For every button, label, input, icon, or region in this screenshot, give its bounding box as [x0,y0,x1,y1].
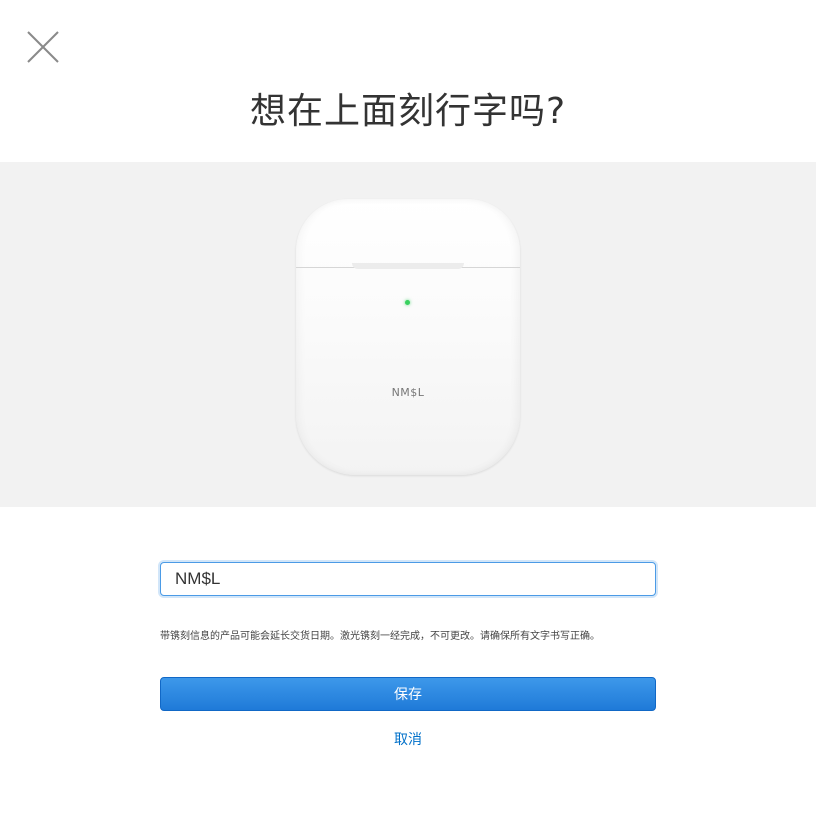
engraving-input[interactable] [160,562,656,596]
cancel-link[interactable]: 取消 [0,729,816,749]
engraving-field-wrap [160,562,656,596]
engraving-preview: NM$L [391,386,425,399]
status-led [405,300,410,305]
save-button[interactable]: 保存 [160,677,656,711]
case-lid-notch [352,263,464,269]
engraving-dialog: 想在上面刻行字吗? NM$L 带镌刻信息的产品可能会延长交货日期。激光镌刻一经完… [0,0,816,822]
product-preview-area: NM$L [0,162,816,507]
page-title: 想在上面刻行字吗? [249,91,567,132]
airpods-case-image: NM$L [296,199,520,475]
close-icon [27,31,59,63]
engraving-notice: 带镌刻信息的产品可能会延长交货日期。激光镌刻一经完成，不可更改。请确保所有文字书… [160,631,600,642]
close-button[interactable] [26,30,60,64]
